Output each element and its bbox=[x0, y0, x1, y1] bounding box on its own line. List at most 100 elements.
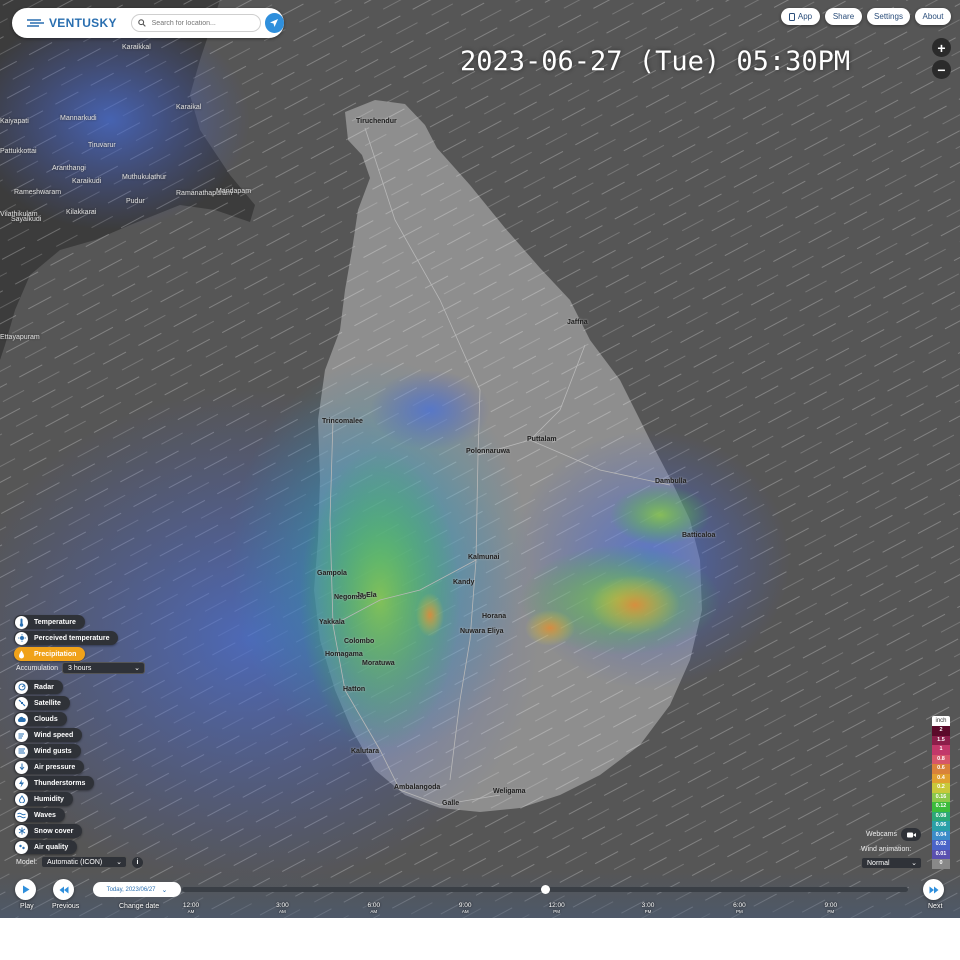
share-button[interactable]: Share bbox=[825, 8, 862, 25]
legend-cell: 0.06 bbox=[932, 821, 950, 831]
layer-snow-cover[interactable]: Snow cover bbox=[14, 824, 83, 838]
layer-waves[interactable]: Waves bbox=[14, 808, 65, 822]
minus-icon: − bbox=[937, 61, 946, 78]
navigation-arrow-icon bbox=[270, 19, 279, 27]
legend-cell: 0.2 bbox=[932, 783, 950, 793]
legend-cell: 2 bbox=[932, 726, 950, 736]
layer-label: Wind gusts bbox=[34, 747, 72, 755]
air-quality-icon bbox=[15, 840, 28, 854]
play-button[interactable] bbox=[15, 879, 36, 900]
place-label: Hatton bbox=[343, 686, 366, 693]
place-label: Batticaloa bbox=[682, 532, 716, 539]
tick-ampm: AM bbox=[461, 909, 469, 914]
play-icon bbox=[22, 885, 29, 894]
layer-air-quality[interactable]: Air quality bbox=[14, 840, 78, 854]
model-row: Model: Automatic (ICON) ⌄ i bbox=[16, 856, 144, 868]
layer-wind-speed[interactable]: Wind speed bbox=[14, 728, 83, 742]
webcams-label: Webcams bbox=[866, 831, 897, 838]
info-icon: i bbox=[136, 858, 139, 866]
chevron-down-icon: ⌄ bbox=[116, 859, 123, 866]
webcam-button[interactable] bbox=[901, 828, 921, 841]
plus-icon: + bbox=[937, 39, 946, 56]
layer-radar[interactable]: Radar bbox=[14, 680, 63, 694]
layer-precipitation[interactable]: Precipitation bbox=[14, 647, 86, 661]
layer-perceived-temperature[interactable]: Perceived temperature bbox=[14, 631, 119, 645]
model-value: Automatic (ICON) bbox=[47, 858, 103, 866]
layer-label: Humidity bbox=[34, 795, 64, 803]
satellite-icon bbox=[15, 696, 28, 710]
legend-cell: 0 bbox=[932, 859, 950, 869]
model-info-button[interactable]: i bbox=[132, 856, 144, 868]
legend-cell: 0.6 bbox=[932, 764, 950, 774]
search-input[interactable] bbox=[149, 18, 254, 28]
phone-icon bbox=[788, 12, 795, 21]
search-box[interactable] bbox=[130, 14, 261, 32]
rewind-icon bbox=[59, 886, 68, 893]
place-label: Kaiyapati bbox=[0, 118, 29, 125]
wind-animation-select[interactable]: Normal ⌄ bbox=[861, 857, 922, 869]
legend-cell: 0.04 bbox=[932, 830, 950, 840]
layer-humidity[interactable]: Humidity bbox=[14, 792, 73, 806]
layer-wind-gusts[interactable]: Wind gusts bbox=[14, 744, 81, 758]
app-button[interactable]: App bbox=[781, 8, 820, 25]
place-label: Karaikkal bbox=[122, 44, 151, 51]
play-caption: Play bbox=[20, 903, 34, 910]
wind-logo-icon bbox=[27, 19, 44, 27]
timeline-tick: 6:00 AM bbox=[354, 902, 394, 914]
chevron-down-icon: ⌄ bbox=[161, 886, 168, 894]
ventusky-logo[interactable]: VENTUSKY bbox=[26, 16, 127, 30]
model-select[interactable]: Automatic (ICON) ⌄ bbox=[41, 856, 128, 868]
zoom-in-button[interactable]: + bbox=[932, 38, 951, 57]
forecast-datetime: 2023-06-27 (Tue) 05:30PM bbox=[460, 46, 851, 77]
layer-label: Snow cover bbox=[34, 827, 74, 835]
zoom-out-button[interactable]: − bbox=[932, 60, 951, 79]
timeline-handle[interactable] bbox=[540, 885, 550, 894]
webcams-toggle[interactable]: Webcams bbox=[866, 828, 921, 841]
tick-ampm: AM bbox=[279, 909, 286, 914]
timeline-tick: 6:00 PM bbox=[719, 902, 759, 914]
weather-map[interactable]: Karaikkal Karaikal Mannarkudi Kaiyapati … bbox=[0, 0, 960, 918]
next-button[interactable] bbox=[923, 879, 944, 900]
model-label: Model: bbox=[16, 858, 38, 866]
precipitation-legend: inch 2 1.5 1 0.8 0.6 0.4 0.2 0.16 0.12 0.08 0.06 0.… bbox=[932, 716, 950, 869]
chevron-down-icon: ⌄ bbox=[911, 860, 917, 867]
place-label: Puttalam bbox=[527, 436, 557, 443]
place-label: Kalmunai bbox=[468, 554, 500, 561]
date-selector[interactable]: Today, 2023/06/27 ⌄ bbox=[93, 882, 181, 897]
place-label: Karaikudi bbox=[72, 178, 102, 185]
layer-label: Air quality bbox=[34, 843, 69, 851]
tick-ampm: PM bbox=[553, 909, 560, 914]
cloud-icon bbox=[15, 712, 28, 726]
accumulation-label: Accumulation bbox=[16, 664, 59, 672]
layer-thunderstorms[interactable]: Thunderstorms bbox=[14, 776, 95, 790]
tick-ampm: AM bbox=[370, 909, 378, 914]
place-label: Homagama bbox=[325, 651, 363, 658]
legend-cell: 0.08 bbox=[932, 811, 950, 821]
place-label: Yakkala bbox=[319, 619, 345, 626]
place-label: Ambalangoda bbox=[394, 784, 441, 791]
legend-unit: inch bbox=[932, 716, 950, 726]
accumulation-select[interactable]: 3 hours ⌄ bbox=[62, 662, 146, 674]
wind-icon bbox=[15, 728, 28, 742]
timeline-tick: 12:00 PM bbox=[537, 902, 577, 914]
about-button[interactable]: About bbox=[915, 8, 951, 25]
tick-time: 6:00 bbox=[733, 902, 746, 909]
tick-ampm: PM bbox=[644, 909, 652, 914]
locate-button[interactable] bbox=[264, 13, 284, 33]
settings-button[interactable]: Settings bbox=[867, 8, 910, 25]
previous-button[interactable] bbox=[53, 879, 74, 900]
map-base bbox=[0, 0, 960, 918]
place-label: Moratuwa bbox=[362, 660, 395, 667]
layer-satellite[interactable]: Satellite bbox=[14, 696, 70, 710]
tick-time: 6:00 bbox=[367, 902, 381, 909]
legend-cell: 0.02 bbox=[932, 840, 950, 850]
change-date-caption: Change date bbox=[119, 903, 160, 910]
layer-temperature[interactable]: Temperature bbox=[14, 615, 85, 629]
fast-forward-icon bbox=[929, 886, 938, 893]
layer-clouds[interactable]: Clouds bbox=[14, 712, 67, 726]
layer-air-pressure[interactable]: Air pressure bbox=[14, 760, 85, 774]
layer-label: Wind speed bbox=[34, 731, 74, 739]
previous-caption: Previous bbox=[52, 903, 80, 910]
place-label: Polonnaruwa bbox=[466, 448, 510, 455]
place-label: Mandapam bbox=[216, 188, 252, 195]
